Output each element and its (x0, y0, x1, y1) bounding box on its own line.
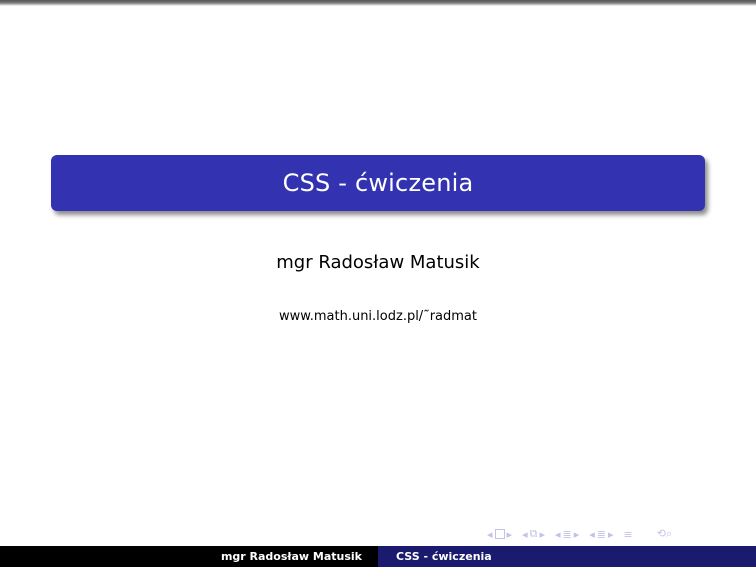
next-subsection-icon[interactable]: ▸ (574, 528, 580, 541)
next-section-icon[interactable]: ▸ (608, 528, 614, 541)
frame-icon[interactable]: ⧉ (530, 527, 538, 541)
top-decoration-bar (0, 0, 756, 6)
prev-frame-icon[interactable]: ◂ (522, 528, 528, 541)
beamer-navigation-bar: ◂ ▸ ◂ ⧉ ▸ ◂ ≣ ▸ ◂ ≣ ▸ ≡ ⟲⌕ (486, 526, 681, 542)
nav-menu-group: ≡ (623, 528, 634, 541)
slide-author: mgr Radosław Matusik (276, 252, 480, 273)
prev-slide-icon[interactable]: ◂ (487, 528, 493, 541)
footer-bar: mgr Radosław Matusik CSS - ćwiczenia (0, 546, 756, 567)
slide-icon[interactable] (494, 529, 505, 539)
nav-search-group: ⟲⌕ (656, 527, 673, 541)
slide-title: CSS - ćwiczenia (282, 169, 474, 197)
next-frame-icon[interactable]: ▸ (539, 528, 545, 541)
prev-section-icon[interactable]: ◂ (589, 528, 595, 541)
menu-icon[interactable]: ≡ (624, 528, 633, 541)
next-slide-icon[interactable]: ▸ (507, 528, 513, 541)
title-box: CSS - ćwiczenia (51, 155, 705, 211)
subsection-icon[interactable]: ≣ (563, 528, 572, 541)
nav-frame-group: ◂ ⧉ ▸ (521, 527, 546, 541)
nav-section-group: ◂ ≣ ▸ (588, 528, 614, 541)
prev-subsection-icon[interactable]: ◂ (555, 528, 561, 541)
section-icon[interactable]: ≣ (597, 528, 606, 541)
search-icon[interactable]: ⟲⌕ (657, 527, 672, 541)
author-url: www.math.uni.lodz.pl/˜radmat (279, 309, 477, 324)
nav-slide-group: ◂ ▸ (486, 528, 513, 541)
footer-title: CSS - ćwiczenia (378, 546, 756, 567)
footer-author: mgr Radosław Matusik (0, 546, 378, 567)
nav-subsection-group: ◂ ≣ ▸ (554, 528, 580, 541)
